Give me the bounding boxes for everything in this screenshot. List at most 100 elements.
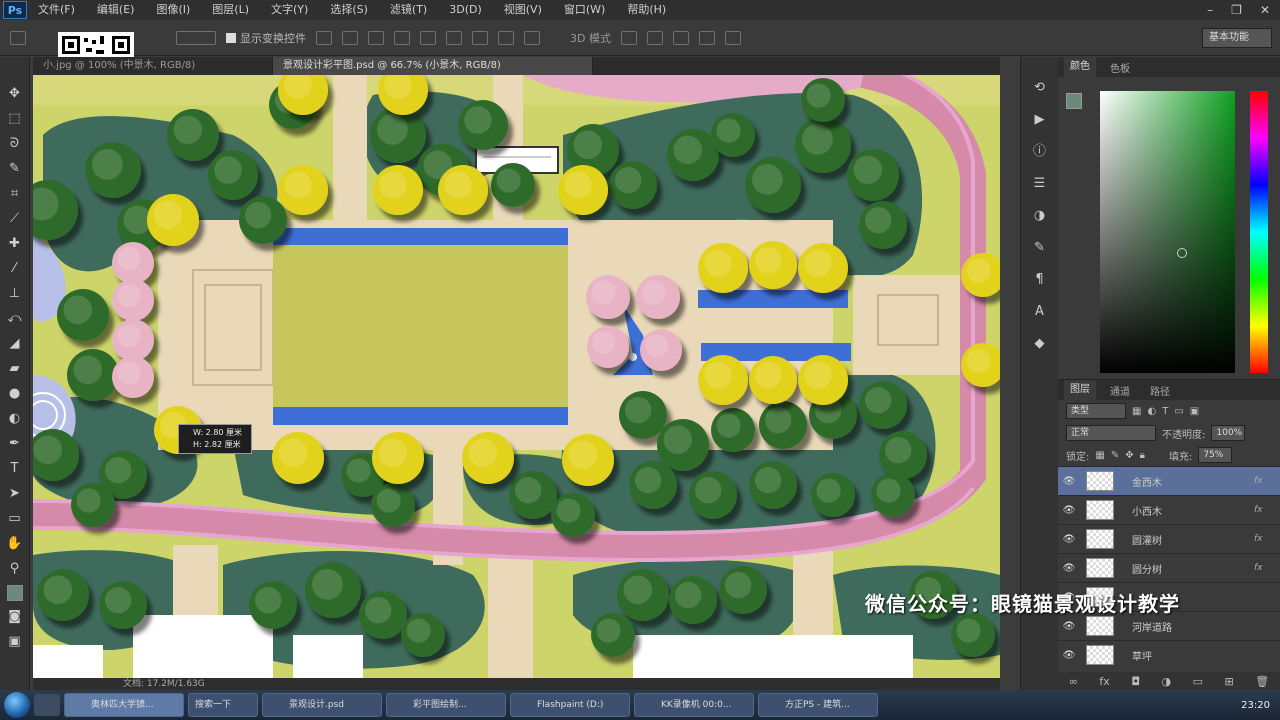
taskbar-item[interactable]: Flashpaint (D:) [510, 693, 630, 717]
stamp-tool-icon[interactable]: ⊥ [5, 285, 25, 303]
blend-mode-select[interactable]: 正常 [1066, 425, 1156, 441]
menu-3d[interactable]: 3D(D) [438, 0, 493, 20]
foreground-color-chip[interactable] [1066, 93, 1082, 109]
visibility-eye-icon[interactable]: 👁︎ [1058, 505, 1080, 516]
color-picker-field[interactable] [1100, 91, 1235, 373]
new-group-icon[interactable]: ▭ [1193, 675, 1203, 688]
auto-align-icon[interactable] [524, 30, 540, 45]
distribute-icon[interactable] [472, 30, 488, 45]
lock-pixels-icon[interactable]: ▦ [1095, 450, 1104, 461]
shape-tool-icon[interactable]: ▭ [5, 510, 25, 528]
filter-adjust-icon[interactable]: ◐ [1147, 406, 1156, 417]
hue-slider[interactable] [1250, 91, 1268, 373]
start-button[interactable] [4, 692, 30, 718]
history-brush-icon[interactable]: ⤺ [5, 310, 25, 328]
filter-type-icon[interactable]: T [1162, 406, 1168, 417]
taskbar-item[interactable]: 方正PS - 建筑... [758, 693, 878, 717]
tab-paths[interactable]: 路径 [1144, 383, 1176, 398]
align-bottom-icon[interactable] [368, 30, 384, 45]
align-top-icon[interactable] [316, 30, 332, 45]
add-mask-icon[interactable]: ◘ [1131, 675, 1140, 688]
fill-input[interactable]: 75% [1198, 447, 1233, 463]
3d-slide-icon[interactable] [698, 30, 715, 45]
opacity-input[interactable]: 100% [1211, 425, 1246, 441]
path-select-tool-icon[interactable]: ➤ [5, 485, 25, 503]
lock-all-icon[interactable]: 🔒︎ [1140, 450, 1145, 461]
link-layers-icon[interactable]: ∞ [1069, 675, 1078, 688]
move-tool-icon[interactable]: ✥ [5, 85, 25, 103]
blur-tool-icon[interactable]: ● [5, 385, 25, 403]
layer-row[interactable]: 👁︎ 圆灌树 fx [1058, 524, 1280, 553]
doc-tab-active[interactable]: 景观设计彩平图.psd @ 66.7% (小景木, RGB/8) [273, 57, 593, 75]
taskbar-item[interactable]: 彩平图绘制... [386, 693, 506, 717]
align-middle-icon[interactable] [342, 30, 358, 45]
menu-view[interactable]: 视图(V) [493, 0, 553, 20]
filter-pixel-icon[interactable]: ▦ [1132, 406, 1141, 417]
align-center-icon[interactable] [420, 30, 436, 45]
auto-select-dropdown[interactable] [176, 30, 216, 45]
doc-tab[interactable]: 小.jpg @ 100% (中景木, RGB/8) [33, 57, 273, 75]
paragraph-panel-icon[interactable]: ¶ [1031, 271, 1049, 289]
screen-mode-icon[interactable]: ▣ [5, 633, 25, 651]
menu-image[interactable]: 图像(I) [145, 0, 201, 20]
layer-style-icon[interactable]: fx [1099, 675, 1109, 688]
styles-panel-icon[interactable]: ◆ [1031, 335, 1049, 353]
distribute-h-icon[interactable] [498, 30, 514, 45]
align-right-icon[interactable] [446, 30, 462, 45]
lasso-tool-icon[interactable]: ᘐ [5, 135, 25, 153]
foreground-color-swatch[interactable] [6, 585, 23, 601]
workspace-switcher[interactable]: 基本功能 [1202, 27, 1272, 48]
align-left-icon[interactable] [394, 30, 410, 45]
menu-window[interactable]: 窗口(W) [553, 0, 616, 20]
3d-drag-icon[interactable] [672, 30, 689, 45]
brush-panel-icon[interactable]: ✎ [1031, 239, 1049, 257]
new-adjustment-icon[interactable]: ◑ [1162, 675, 1172, 688]
explorer-pin-icon[interactable] [34, 694, 60, 716]
3d-rotate-icon[interactable] [620, 30, 637, 45]
layer-row[interactable]: 👁︎ 圆分树 fx [1058, 553, 1280, 582]
adjustments-panel-icon[interactable]: ◑ [1031, 207, 1049, 225]
zoom-tool-icon[interactable]: ⚲ [5, 560, 25, 578]
show-transform-controls-checkbox[interactable]: 显示变换控件 [226, 30, 306, 46]
actions-panel-icon[interactable]: ▶ [1031, 111, 1049, 129]
pen-tool-icon[interactable]: ✒ [5, 435, 25, 453]
lock-move-icon[interactable]: ✥ [1125, 450, 1133, 461]
tab-layers[interactable]: 图层 [1064, 380, 1096, 400]
color-picker-ring-icon[interactable] [1177, 248, 1187, 258]
gradient-tool-icon[interactable]: ▰ [5, 360, 25, 378]
document-canvas[interactable] [33, 75, 1000, 678]
menu-filter[interactable]: 滤镜(T) [379, 0, 438, 20]
restore-icon[interactable]: ❐ [1231, 3, 1242, 17]
filter-shape-icon[interactable]: ▭ [1174, 406, 1183, 417]
taskbar-item[interactable]: 景观设计.psd [262, 693, 382, 717]
new-layer-icon[interactable]: ⊞ [1225, 675, 1234, 688]
character-panel-icon[interactable]: A [1031, 303, 1049, 321]
properties-panel-icon[interactable]: ☰ [1031, 175, 1049, 193]
visibility-eye-icon[interactable]: 👁︎ [1058, 563, 1080, 574]
type-tool-icon[interactable]: T [5, 460, 25, 478]
layer-row[interactable]: 👁︎ 草坪 [1058, 640, 1280, 669]
brush-tool-icon[interactable]: ⁄ [5, 260, 25, 278]
taskbar-item[interactable]: 搜索一下 [188, 693, 258, 717]
visibility-eye-icon[interactable]: 👁︎ [1058, 534, 1080, 545]
lock-brush-icon[interactable]: ✎ [1111, 450, 1119, 461]
minimize-icon[interactable]: – [1207, 3, 1213, 17]
dodge-tool-icon[interactable]: ◐ [5, 410, 25, 428]
layer-kind-filter[interactable]: 类型 [1066, 403, 1126, 419]
tab-swatches[interactable]: 色板 [1104, 60, 1136, 75]
hand-tool-icon[interactable]: ✋ [5, 535, 25, 553]
tab-color[interactable]: 颜色 [1064, 57, 1096, 77]
menu-type[interactable]: 文字(Y) [260, 0, 319, 20]
visibility-eye-icon[interactable]: 👁︎ [1058, 621, 1080, 632]
menu-file[interactable]: 文件(F) [27, 0, 86, 20]
visibility-eye-icon[interactable]: 👁︎ [1058, 650, 1080, 661]
layer-row[interactable]: 👁︎ 金西木 fx [1058, 466, 1280, 495]
taskbar-item[interactable]: 奥林匹大学镜... [64, 693, 184, 717]
quick-select-tool-icon[interactable]: ✎ [5, 160, 25, 178]
move-tool-preset-icon[interactable] [10, 30, 26, 45]
layer-row[interactable]: 👁︎ 小西木 fx [1058, 495, 1280, 524]
delete-layer-icon[interactable]: 🗑︎ [1255, 675, 1269, 688]
info-panel-icon[interactable]: ⓘ [1031, 143, 1049, 161]
tab-channels[interactable]: 通道 [1104, 383, 1136, 398]
taskbar-item[interactable]: KK录像机 00:0... [634, 693, 754, 717]
